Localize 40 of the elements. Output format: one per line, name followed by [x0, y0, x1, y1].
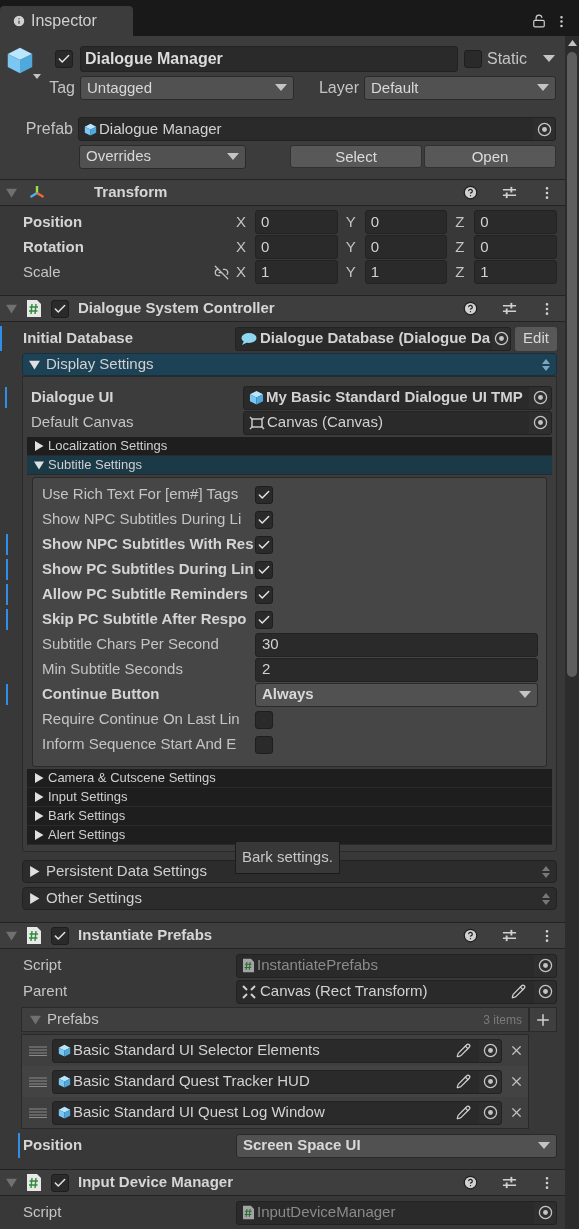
field-label: Show PC Subtitles During Lin — [42, 559, 255, 580]
component-title: Dialogue System Controller — [78, 298, 275, 319]
field-label: Initial Database — [23, 328, 135, 349]
static-label: Static — [487, 49, 527, 69]
component-title: Input Device Manager — [78, 1172, 234, 1193]
tag-label: Tag — [48, 78, 76, 98]
axis-label: Z — [455, 261, 466, 282]
component-title: Transform — [94, 182, 168, 203]
script-label: Script — [23, 955, 63, 976]
field-label: Parent — [23, 981, 69, 1002]
field-label: Rotation — [23, 236, 85, 257]
tooltip: Bark settings. — [235, 841, 340, 874]
component-title: Instantiate Prefabs — [78, 925, 213, 946]
field-label: Continue Button — [42, 684, 161, 705]
field-label: Scale — [23, 261, 62, 282]
axis-label: Y — [345, 261, 357, 282]
field-label: Default Canvas — [31, 412, 135, 433]
field-label: Show NPC Subtitles With Res — [42, 534, 255, 555]
axis-label: Z — [455, 236, 466, 257]
script-label: Script — [23, 1202, 63, 1223]
field-label: Position — [23, 211, 84, 232]
axis-label: X — [236, 211, 247, 232]
field-label: Subtitle Chars Per Second — [42, 634, 220, 655]
field-label: Show NPC Subtitles During Li — [42, 509, 243, 530]
field-label: Skip PC Subtitle After Respo — [42, 609, 248, 630]
axis-label: X — [236, 236, 247, 257]
axis-label: Y — [345, 211, 357, 232]
prefab-label: Prefab — [24, 119, 74, 139]
axis-label: Z — [455, 211, 466, 232]
field-label: Min Subtitle Seconds — [42, 659, 184, 680]
field-label: Require Continue On Last Lin — [42, 709, 241, 730]
axis-label: X — [236, 261, 247, 282]
field-label: Inform Sequence Start And E — [42, 734, 238, 755]
item-count: 3 items — [483, 1011, 522, 1029]
field-label: Use Rich Text For [em#] Tags — [42, 484, 240, 505]
field-label: Allow PC Subtitle Reminders — [42, 584, 249, 605]
field-label: Position — [23, 1135, 84, 1156]
layer-label: Layer — [317, 78, 360, 98]
field-label: Dialogue UI — [31, 387, 115, 408]
axis-label: Y — [345, 236, 357, 257]
